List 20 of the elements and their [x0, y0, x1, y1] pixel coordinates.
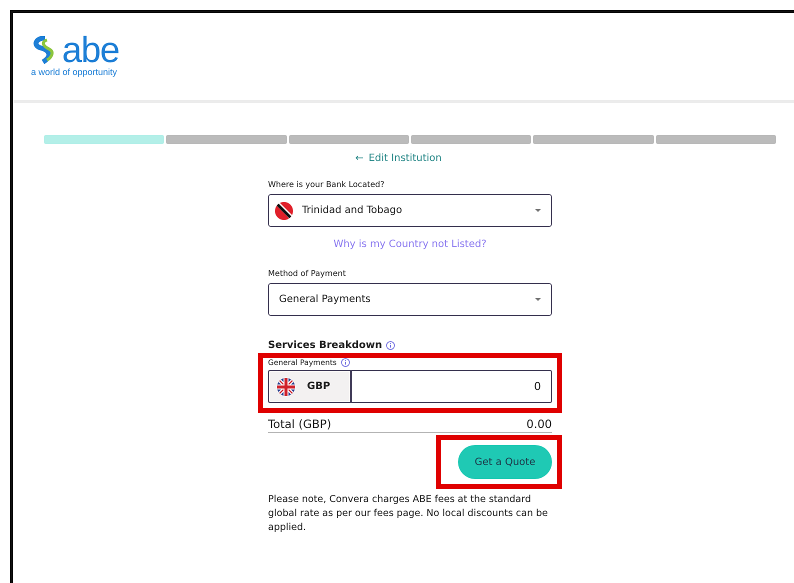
- fee-note: Please note, Convera charges ABE fees at the standard global rate as per our fees page. No local discounts can be applied.: [268, 493, 549, 535]
- field-label: Method of Payment: [268, 269, 347, 278]
- section-title: Services Breakdown: [268, 340, 382, 351]
- payment-method-select[interactable]: General Payments: [268, 283, 552, 316]
- info-icon[interactable]: [386, 341, 396, 350]
- flag-icon: [277, 378, 295, 396]
- field-label: Where is your Bank Located?: [268, 180, 386, 189]
- edit-institution-link[interactable]: ← Edit Institution: [355, 153, 442, 164]
- logo-tagline: a world of opportunity: [31, 67, 118, 77]
- info-icon[interactable]: [340, 358, 350, 367]
- caret-icon: [535, 298, 541, 301]
- country-select[interactable]: Trinidad and Tobago: [268, 194, 552, 227]
- get-quote-button[interactable]: Get a Quote: [458, 445, 552, 479]
- total-value: 0.00: [526, 417, 552, 431]
- logo-wordmark: abe: [62, 35, 120, 65]
- flag-icon: [275, 202, 293, 220]
- currency-code: GBP: [307, 381, 330, 392]
- total-label: Total (GBP): [268, 417, 332, 431]
- caret-icon: [535, 209, 541, 212]
- amount-field[interactable]: 0: [352, 370, 552, 403]
